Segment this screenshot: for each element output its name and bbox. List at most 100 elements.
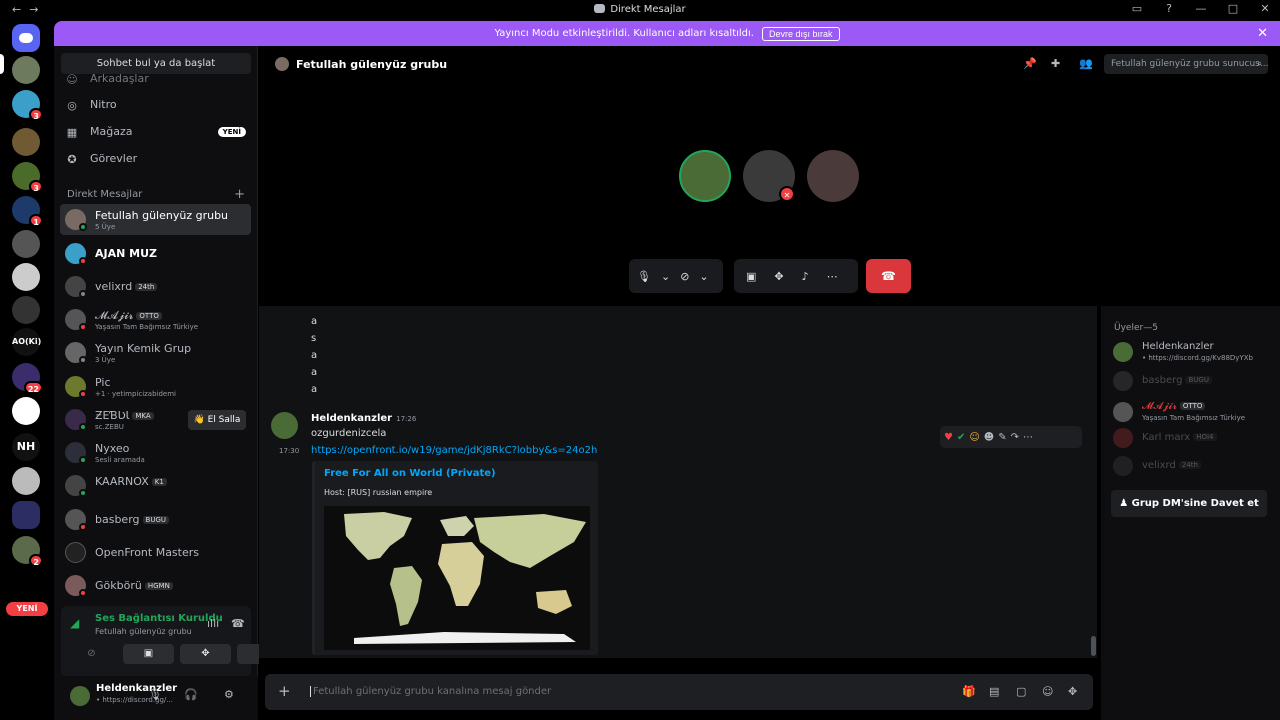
add-reaction-icon[interactable]: ☻	[984, 432, 994, 443]
wave-button[interactable]: 👋 El Salla	[188, 410, 246, 430]
heart-reaction-icon[interactable]: ♥	[944, 432, 953, 443]
dm-item[interactable]: Pic +1 · yetimpicizabidemi	[60, 371, 251, 402]
dm-item[interactable]: KAARNOX K1	[60, 470, 251, 501]
server-icon[interactable]: 22	[12, 363, 43, 394]
search-input[interactable]: Sohbet bul ya da başlat	[61, 53, 251, 74]
channel-name[interactable]: Fetullah gülenyüz grubu	[296, 58, 447, 71]
add-attachment-icon[interactable]: +	[278, 682, 291, 700]
inbox-icon[interactable]: ▭	[1130, 2, 1144, 15]
soundboard-icon[interactable]: ♪	[802, 270, 809, 283]
disconnect-icon[interactable]: ☎	[231, 617, 245, 630]
headphones-icon[interactable]: 🎧	[184, 688, 198, 701]
dm-item[interactable]: Gökbörü HGMN	[60, 570, 251, 601]
apps-icon[interactable]: ✥	[1068, 685, 1077, 698]
member-item[interactable]: 𝓜𝓐𝓳𝓲𝓻 OTTO Yaşasın Tam Bağımsız Türkiye	[1113, 400, 1278, 426]
member-list-icon[interactable]: 👥	[1079, 57, 1093, 70]
signal-icon[interactable]: ◢	[70, 616, 88, 634]
camera-off-icon[interactable]: ⊘	[680, 270, 689, 283]
dm-item[interactable]: OpenFront Masters	[60, 537, 251, 568]
forward-icon[interactable]: ↷	[1011, 432, 1019, 443]
server-icon[interactable]: 1	[12, 196, 43, 227]
dm-item[interactable]: 𝓜𝓐𝓳𝓲𝓻 OTTO Yaşasın Tam Bağımsız Türkiye	[60, 304, 251, 335]
dm-item[interactable]: velixrd 24th	[60, 271, 251, 302]
create-dm-icon[interactable]: +	[234, 187, 245, 202]
dm-item[interactable]: Nyxeo Sesli aramada	[60, 437, 251, 468]
scrollbar[interactable]	[1091, 636, 1096, 656]
chevron-down-icon[interactable]: ⌄	[661, 270, 670, 283]
hang-up-button[interactable]: ☎	[866, 259, 911, 293]
embed-title[interactable]: Free For All on World (Private)	[324, 468, 496, 479]
close-window-icon[interactable]: ✕	[1258, 2, 1272, 15]
message-composer[interactable]: + Fetullah gülenyüz grubu kanalına mesaj…	[265, 674, 1093, 710]
message-input[interactable]: Fetullah gülenyüz grubu kanalına mesaj g…	[310, 686, 551, 697]
screen-share-button[interactable]: ▣	[123, 644, 174, 664]
maximize-icon[interactable]: □	[1226, 2, 1240, 15]
message-link[interactable]: https://openfront.io/w19/game/jdKj8RkC?l…	[311, 445, 597, 456]
help-icon[interactable]: ?	[1162, 2, 1176, 15]
voice-status[interactable]: Ses Bağlantısı Kuruldu	[95, 613, 223, 624]
message-author[interactable]: Heldenkanzler 17:26	[311, 413, 416, 424]
dm-item[interactable]: AJAN MUZ	[60, 238, 251, 269]
more-options-icon[interactable]: ⋯	[1023, 432, 1033, 443]
pin-icon[interactable]: 📌	[1023, 57, 1037, 70]
voice-channel[interactable]: Fetullah gülenyüz grubu	[95, 627, 192, 636]
disable-streamer-mode-button[interactable]: Devre dışı bırak	[761, 26, 840, 41]
server-icon[interactable]	[12, 56, 40, 84]
nav-item-quests[interactable]: ✪ Görevler	[66, 152, 246, 166]
server-folder-icon[interactable]	[12, 501, 40, 529]
member-item[interactable]: basberg BUGU	[1113, 369, 1278, 395]
microphone-icon[interactable]: 🎙	[637, 270, 651, 283]
server-icon[interactable]: AO(Ki)	[12, 328, 41, 356]
server-icon[interactable]	[12, 230, 40, 258]
screen-share-icon[interactable]: ▣	[746, 270, 756, 283]
server-icon[interactable]: 3	[12, 90, 43, 121]
link-embed: Free For All on World (Private) Host: [R…	[312, 461, 598, 655]
noise-suppression-icon[interactable]: ıllı	[207, 617, 219, 630]
member-item[interactable]: Karl marx HOI4	[1113, 426, 1278, 452]
edit-icon[interactable]: ✎	[998, 432, 1006, 443]
settings-gear-icon[interactable]: ⚙	[224, 688, 234, 701]
dm-item[interactable]: Yayın Kemik Grup 3 Üye	[60, 337, 251, 368]
invite-to-group-button[interactable]: ♟ Grup DM'sine Davet et	[1111, 490, 1267, 517]
window-controls: ▭ ? — □ ✕	[1130, 2, 1272, 15]
camera-off-button[interactable]: ⊘	[66, 644, 117, 664]
embed-image[interactable]	[324, 506, 590, 650]
server-icon[interactable]	[12, 467, 40, 495]
smile-reaction-icon[interactable]: ☺	[969, 432, 979, 443]
channel-search-input[interactable]: Fetullah gülenyüz grubu sunucus... ⌕	[1104, 54, 1268, 74]
add-friend-icon[interactable]: ✚	[1051, 57, 1060, 70]
member-item[interactable]: velixrd 24th	[1113, 454, 1278, 480]
gif-icon[interactable]: ▤	[989, 685, 999, 698]
dm-item[interactable]: Fetullah gülenyüz grubu 5 Üye	[60, 204, 251, 235]
server-icon[interactable]	[12, 128, 40, 156]
nav-item-store[interactable]: ▦ Mağaza YENİ	[66, 125, 246, 139]
avatar[interactable]	[70, 686, 90, 706]
activities-icon[interactable]: ✥	[774, 270, 783, 283]
activities-button[interactable]: ✥	[180, 644, 231, 664]
sticker-icon[interactable]: ▢	[1016, 685, 1026, 698]
home-button[interactable]	[12, 24, 40, 52]
server-icon[interactable]	[12, 296, 40, 324]
chevron-down-icon[interactable]: ⌄	[699, 270, 708, 283]
check-reaction-icon[interactable]: ✔	[957, 432, 965, 443]
dm-item[interactable]: basberg BUGU	[60, 504, 251, 535]
close-icon[interactable]: ✕	[1257, 26, 1268, 41]
quests-icon: ✪	[67, 152, 77, 166]
nav-item-friends[interactable]: ☺ Arkadaşlar	[66, 72, 246, 86]
server-icon[interactable]: 3	[12, 162, 43, 193]
call-participant-avatar[interactable]	[807, 150, 859, 202]
gift-icon[interactable]: 🎁	[962, 685, 976, 698]
nav-item-nitro[interactable]: ◎ Nitro	[66, 98, 246, 112]
server-icon[interactable]	[12, 263, 40, 291]
server-icon[interactable]	[12, 397, 40, 425]
server-icon[interactable]: 2	[12, 536, 43, 567]
server-icon[interactable]: NH	[12, 433, 40, 461]
avatar[interactable]	[271, 412, 298, 439]
user-name[interactable]: Heldenkanzler	[96, 683, 177, 694]
minimize-icon[interactable]: —	[1194, 2, 1208, 15]
microphone-icon[interactable]: 🎙	[148, 688, 162, 701]
more-options-icon[interactable]: ⋯	[827, 270, 838, 283]
call-participant-avatar[interactable]	[679, 150, 731, 202]
member-item[interactable]: Heldenkanzler • https://discord.gg/Kv88D…	[1113, 340, 1278, 366]
emoji-icon[interactable]: ☺	[1042, 685, 1053, 698]
